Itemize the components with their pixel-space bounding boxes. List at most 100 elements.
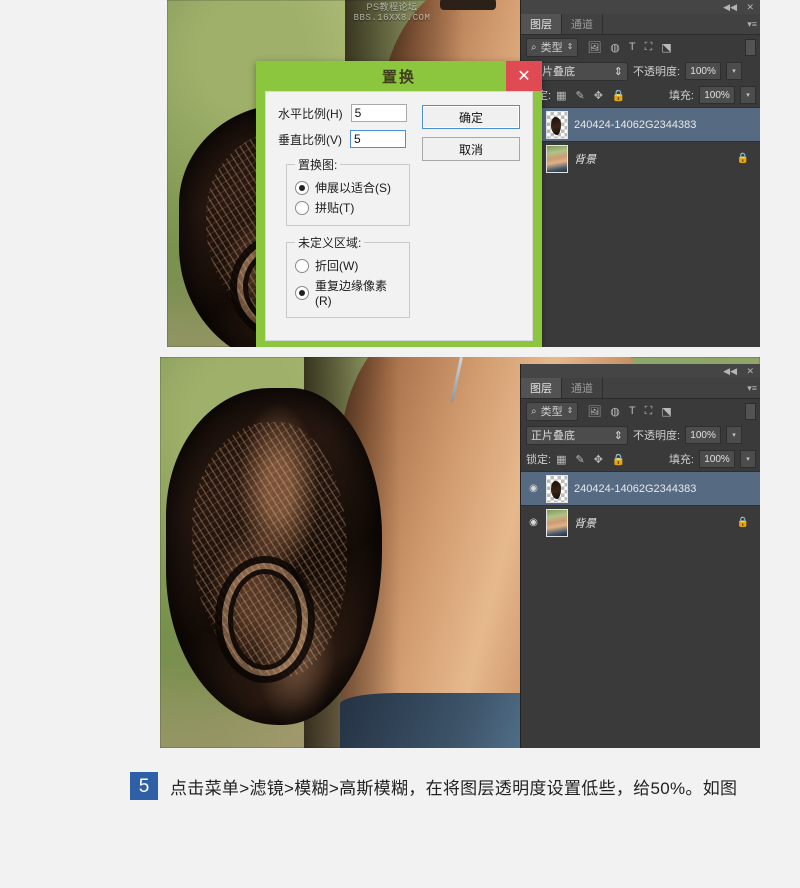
layer-thumbnail [546, 144, 568, 173]
fill-dropdown-arrow-bottom[interactable]: ▾ [740, 450, 756, 468]
photo-tattoo-sleeve [166, 388, 382, 725]
horizontal-scale-label: 水平比例(H) [278, 106, 343, 121]
adjustment-filter-icon[interactable]: ◍ [610, 41, 620, 54]
blend-row-bottom: 正片叠底 ⇕ 不透明度: 100% ▾ [521, 423, 760, 447]
dialog-left-column: 水平比例(H) 垂直比例(V) 置换图: 伸展以适合(S) 拼贴(T) [278, 104, 410, 326]
filter-type-dropdown[interactable]: ⌕ 类型 ⇕ [526, 37, 579, 57]
lock-icons-top: ▦ ✎ ✥ 🔒 [556, 89, 626, 102]
tab-channels[interactable]: 通道 [562, 378, 603, 398]
collapse-panel-icon[interactable]: ◀◀ [723, 366, 737, 376]
filter-toggle-switch[interactable] [745, 38, 756, 56]
panel-menu-icon[interactable]: ▾≡ [747, 383, 757, 394]
tab-layers[interactable]: 图层 [521, 378, 562, 398]
displacement-map-group: 置换图: 伸展以适合(S) 拼贴(T) [286, 156, 410, 226]
vertical-scale-input[interactable] [350, 130, 406, 148]
tab-layers[interactable]: 图层 [521, 14, 562, 34]
dialog-titlebar: 置换 ✕ [256, 61, 542, 91]
chevron-updown-icon: ⇕ [613, 65, 623, 78]
horizontal-scale-input[interactable] [350, 104, 407, 122]
adjustment-filter-icon[interactable]: ◍ [610, 405, 620, 418]
filter-row-top: ⌕ 类型 ⇕ 🖼 ◍ T ⛶ ⬔ [521, 35, 760, 59]
opacity-dropdown-arrow-bottom[interactable]: ▾ [726, 426, 743, 444]
fill-value-bottom[interactable]: 100% [699, 450, 735, 468]
image-filter-icon[interactable]: 🖼 [587, 405, 601, 418]
layer-thumbnail [546, 110, 568, 139]
field-vertical-scale: 垂直比例(V) [278, 130, 410, 148]
radio-wrap-around-label: 折回(W) [315, 259, 359, 273]
layer-name-background-bottom: 背景 [574, 517, 596, 530]
opacity-value-top[interactable]: 100% [685, 62, 722, 80]
radio-tile[interactable]: 拼贴(T) [295, 199, 401, 216]
layer-row-tattoo-top[interactable]: ◉ 240424-14062G2344383 [521, 107, 760, 141]
undefined-areas-legend: 未定义区域: [298, 236, 362, 250]
close-panel-icon[interactable]: ✕ [746, 2, 754, 12]
field-horizontal-scale: 水平比例(H) [278, 104, 410, 122]
lock-image-icon[interactable]: ✎ [575, 453, 584, 466]
radio-repeat-edge-pixels-label: 重复边缘像素(R) [315, 279, 388, 308]
lock-icon: 🔒 [736, 517, 749, 528]
radio-dot-icon [295, 180, 309, 195]
lock-all-icon[interactable]: 🔒 [612, 89, 626, 102]
close-panel-icon[interactable]: ✕ [746, 366, 754, 376]
lock-transparency-icon[interactable]: ▦ [556, 89, 566, 102]
filter-type-label: 类型 [540, 42, 563, 54]
image-filter-icon[interactable]: 🖼 [587, 41, 601, 54]
layer-name-background-top: 背景 [574, 153, 596, 166]
layer-row-tattoo-bottom[interactable]: ◉ 240424-14062G2344383 [521, 471, 760, 505]
opacity-label-top: 不透明度: [633, 66, 681, 78]
filter-type-dropdown[interactable]: ⌕ 类型 ⇕ [526, 401, 579, 421]
undefined-areas-group: 未定义区域: 折回(W) 重复边缘像素(R) [286, 234, 410, 318]
panel-topbar-top: ◀◀ ✕ [521, 0, 760, 14]
lock-label-bottom: 锁定: [526, 454, 552, 466]
layer-row-background-top[interactable]: ◉ 背景 🔒 [521, 141, 760, 175]
cancel-button[interactable]: 取消 [422, 137, 520, 161]
dialog-body: 水平比例(H) 垂直比例(V) 置换图: 伸展以适合(S) 拼贴(T) [265, 91, 533, 341]
displace-dialog[interactable]: 置换 ✕ 水平比例(H) 垂直比例(V) 置换图: 伸展以适合(S) [256, 61, 542, 347]
shape-filter-icon[interactable]: ⛶ [645, 405, 653, 418]
ok-button[interactable]: 确定 [422, 105, 520, 129]
lock-position-icon[interactable]: ✥ [594, 89, 603, 102]
smart-object-filter-icon[interactable]: ⬔ [661, 405, 671, 418]
opacity-value-bottom[interactable]: 100% [685, 426, 722, 444]
radio-stretch-to-fit[interactable]: 伸展以适合(S) [295, 179, 401, 196]
thumbnail-artwork [551, 480, 561, 499]
layers-panel-bottom: ◀◀ ✕ 图层 通道 ▾≡ ⌕ 类型 ⇕ 🖼 ◍ T ⛶ ⬔ 正片叠底 ⇕ 不透… [520, 364, 760, 748]
blend-mode-dropdown-bottom[interactable]: 正片叠底 ⇕ [526, 425, 628, 445]
eye-icon[interactable]: ◉ [527, 517, 540, 528]
search-icon: ⌕ [531, 405, 537, 417]
tab-channels[interactable]: 通道 [562, 14, 603, 34]
blend-row-top: 正片叠底 ⇕ 不透明度: 100% ▾ [521, 59, 760, 83]
radio-stretch-to-fit-label: 伸展以适合(S) [315, 181, 391, 195]
fill-dropdown-arrow-top[interactable]: ▾ [740, 86, 756, 104]
layer-row-background-bottom[interactable]: ◉ 背景 🔒 [521, 505, 760, 539]
filter-toggle-switch[interactable] [745, 402, 756, 420]
dialog-buttons: 确定 取消 [422, 104, 520, 326]
eye-icon[interactable]: ◉ [527, 483, 540, 494]
vertical-scale-label: 垂直比例(V) [278, 132, 342, 147]
top-screenshot: PS教程论坛 BBS.16XX8.COM ◀◀ ✕ 图层 通道 ▾≡ ⌕ 类型 … [167, 0, 760, 347]
fill-label-bottom: 填充: [668, 454, 694, 466]
fill-value-top[interactable]: 100% [699, 86, 735, 104]
lock-image-icon[interactable]: ✎ [575, 89, 584, 102]
radio-wrap-around[interactable]: 折回(W) [295, 257, 401, 274]
filter-row-bottom: ⌕ 类型 ⇕ 🖼 ◍ T ⛶ ⬔ [521, 399, 760, 423]
type-filter-icon[interactable]: T [629, 41, 636, 53]
lock-position-icon[interactable]: ✥ [594, 453, 603, 466]
lock-all-icon[interactable]: 🔒 [612, 453, 626, 466]
dialog-title: 置换 [381, 68, 416, 86]
opacity-dropdown-arrow-top[interactable]: ▾ [726, 62, 743, 80]
layer-name-tattoo-top: 240424-14062G2344383 [574, 118, 697, 131]
radio-repeat-edge-pixels[interactable]: 重复边缘像素(R) [295, 277, 401, 308]
smart-object-filter-icon[interactable]: ⬔ [661, 41, 671, 54]
search-icon: ⌕ [531, 41, 537, 53]
panel-menu-icon[interactable]: ▾≡ [747, 19, 757, 30]
chevron-updown-icon: ⇕ [613, 429, 623, 442]
shape-filter-icon[interactable]: ⛶ [645, 41, 653, 54]
lock-transparency-icon[interactable]: ▦ [556, 453, 566, 466]
close-icon[interactable]: ✕ [506, 61, 542, 91]
type-filter-icon[interactable]: T [629, 405, 636, 417]
radio-tile-label: 拼贴(T) [315, 201, 355, 215]
opacity-label-bottom: 不透明度: [633, 430, 681, 442]
lock-row-top: 锁定: ▦ ✎ ✥ 🔒 填充: 100% ▾ [521, 83, 760, 107]
collapse-panel-icon[interactable]: ◀◀ [723, 2, 737, 12]
